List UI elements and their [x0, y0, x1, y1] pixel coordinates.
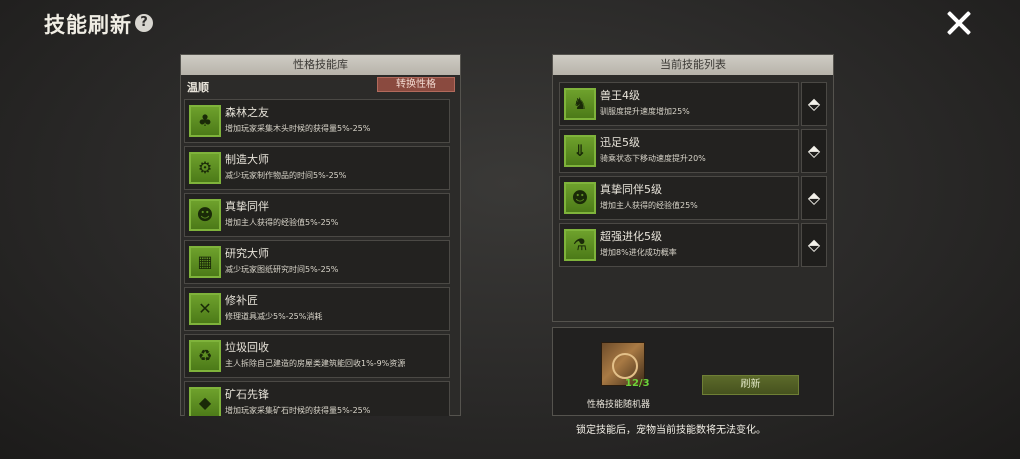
library-skill-list: ♣ 森林之友增加玩家采集木头时候的获得量5%-25% ⚙ 制造大师减少玩家制作物品的时…: [184, 99, 450, 416]
lock-skill-button[interactable]: ⬘: [801, 223, 827, 267]
lock-skill-button[interactable]: ⬘: [801, 82, 827, 126]
skill-description: 修理道具减少5%-25%消耗: [225, 312, 323, 321]
beast-king-icon: ♞: [564, 88, 596, 120]
lock-skill-button[interactable]: ⬘: [801, 176, 827, 220]
lock-warning-text: 锁定技能后，宠物当前技能数将无法变化。: [576, 425, 766, 436]
help-icon[interactable]: ?: [135, 14, 153, 32]
skill-name: 森林之友: [225, 106, 269, 119]
skill-name: 兽王4级: [600, 89, 640, 102]
skill-description: 增加玩家采集木头时候的获得量5%-25%: [225, 124, 371, 133]
library-skill-item[interactable]: ♣ 森林之友增加玩家采集木头时候的获得量5%-25%: [184, 99, 450, 143]
lock-icon: ⬘: [807, 188, 821, 207]
skill-name: 修补匠: [225, 294, 258, 307]
skill-name: 迅足5级: [600, 136, 640, 149]
skill-description: 驯服度提升速度增加25%: [600, 107, 690, 116]
library-skill-item[interactable]: ◆ 矿石先锋增加玩家采集矿石时候的获得量5%-25%: [184, 381, 450, 416]
skill-name: 真挚同伴: [225, 200, 269, 213]
skill-description: 增加8%进化成功概率: [600, 248, 677, 257]
ore-icon: ◆: [189, 387, 221, 416]
skill-description: 减少玩家图纸研究时间5%-25%: [225, 265, 339, 274]
lock-skill-button[interactable]: ⬘: [801, 129, 827, 173]
switch-trait-button[interactable]: 转换性格: [377, 77, 455, 92]
gears-icon: ⚙: [189, 152, 221, 184]
current-skill-item: ⚗ 超强进化5级增加8%进化成功概率 ⬘: [559, 223, 827, 267]
skill-description: 减少玩家制作物品的时间5%-25%: [225, 171, 347, 180]
header-bar: 技能刷新 ?: [0, 0, 1020, 46]
library-skill-item[interactable]: ✕ 修补匠修理道具减少5%-25%消耗: [184, 287, 450, 331]
skill-description: 增加主人获得的经验值25%: [600, 201, 698, 210]
current-skill-list: ♞ 兽王4级驯服度提升速度增加25% ⬘ ⇓ 迅足5级骑乘状态下移动速度提升20% ⬘ ☻ 真…: [559, 82, 827, 270]
close-icon[interactable]: [944, 8, 974, 38]
skill-description: 增加主人获得的经验值5%-25%: [225, 218, 339, 227]
skill-description: 骑乘状态下移动速度提升20%: [600, 154, 706, 163]
lock-icon: ⬘: [807, 94, 821, 113]
skill-name: 垃圾回收: [225, 341, 269, 354]
blueprint-icon: ▦: [189, 246, 221, 278]
library-skill-item[interactable]: ☻ 真挚同伴增加主人获得的经验值5%-25%: [184, 193, 450, 237]
trait-row: 温顺 转换性格: [181, 75, 460, 97]
current-skill-item: ⇓ 迅足5级骑乘状态下移动速度提升20% ⬘: [559, 129, 827, 173]
page-title: 技能刷新: [44, 13, 132, 37]
library-title: 性格技能库: [181, 55, 460, 75]
generator-panel: 12/3 性格技能随机器 刷新: [552, 327, 834, 416]
lock-icon: ⬘: [807, 235, 821, 254]
skill-name: 超强进化5级: [600, 230, 662, 243]
current-skill-card[interactable]: ♞ 兽王4级驯服度提升速度增加25%: [559, 82, 799, 126]
current-skill-item: ☻ 真挚同伴5级增加主人获得的经验值25% ⬘: [559, 176, 827, 220]
refresh-button[interactable]: 刷新: [702, 375, 799, 395]
current-list-title: 当前技能列表: [553, 55, 833, 75]
lock-icon: ⬘: [807, 141, 821, 160]
generator-count: 12/3: [625, 378, 650, 389]
current-skill-panel: 当前技能列表 ♞ 兽王4级驯服度提升速度增加25% ⬘ ⇓ 迅足5级骑乘状态下移动速度提…: [552, 54, 834, 322]
skill-description: 增加玩家采集矿石时候的获得量5%-25%: [225, 406, 371, 415]
current-skill-item: ♞ 兽王4级驯服度提升速度增加25% ⬘: [559, 82, 827, 126]
library-skill-item[interactable]: ▦ 研究大师减少玩家图纸研究时间5%-25%: [184, 240, 450, 284]
pet-face-icon: ☻: [189, 199, 221, 231]
tools-icon: ✕: [189, 293, 221, 325]
generator-label: 性格技能随机器: [587, 400, 651, 410]
pet-face-icon: ☻: [564, 182, 596, 214]
skill-description: 主人拆除自己建造的房屋类建筑能回收1%-9%资源: [225, 359, 406, 368]
library-skill-item[interactable]: ⚙ 制造大师减少玩家制作物品的时间5%-25%: [184, 146, 450, 190]
current-skill-card[interactable]: ⇓ 迅足5级骑乘状态下移动速度提升20%: [559, 129, 799, 173]
current-trait-label: 温顺: [187, 81, 209, 94]
swift-foot-icon: ⇓: [564, 135, 596, 167]
flask-icon: ⚗: [564, 229, 596, 261]
skill-name: 研究大师: [225, 247, 269, 260]
current-skill-card[interactable]: ⚗ 超强进化5级增加8%进化成功概率: [559, 223, 799, 267]
tree-icon: ♣: [189, 105, 221, 137]
skill-name: 制造大师: [225, 153, 269, 166]
library-skill-item[interactable]: ♻ 垃圾回收主人拆除自己建造的房屋类建筑能回收1%-9%资源: [184, 334, 450, 378]
skill-name: 矿石先锋: [225, 388, 269, 401]
current-skill-card[interactable]: ☻ 真挚同伴5级增加主人获得的经验值25%: [559, 176, 799, 220]
recycle-icon: ♻: [189, 340, 221, 372]
skill-name: 真挚同伴5级: [600, 183, 662, 196]
